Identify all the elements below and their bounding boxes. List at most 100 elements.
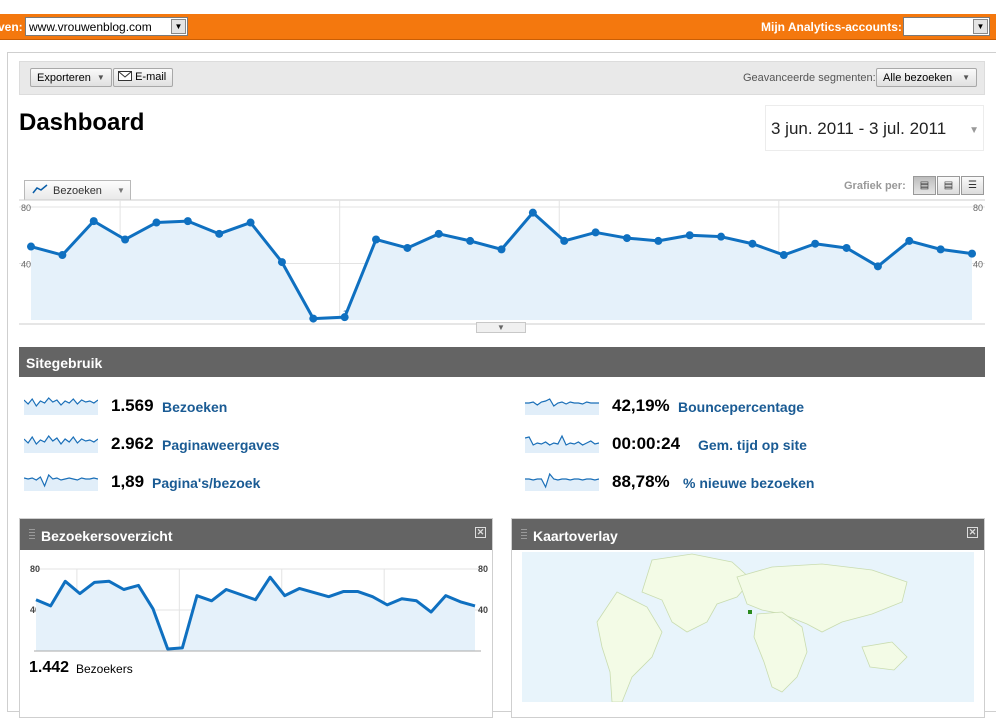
chevron-down-icon[interactable]: ▼ — [973, 19, 988, 34]
y-tick-label-right: 80 — [973, 203, 983, 213]
data-point — [968, 249, 976, 258]
data-point — [528, 208, 537, 217]
chevron-down-icon[interactable]: ▼ — [969, 125, 979, 136]
data-point — [497, 245, 506, 254]
data-point — [246, 218, 255, 227]
visitors-widget-title: Bezoekersoverzicht — [41, 528, 173, 544]
visitors-line-chart: 80 8040 40 — [30, 564, 488, 652]
close-icon[interactable]: ✕ — [967, 527, 978, 538]
chevron-down-icon: ▼ — [497, 323, 505, 332]
view-month-icon: ☰ — [968, 180, 977, 191]
world-map[interactable] — [522, 552, 974, 702]
sparkline — [24, 435, 98, 453]
sparkline — [24, 397, 98, 415]
data-point — [215, 229, 224, 238]
segments-value: Alle bezoeken — [883, 72, 953, 84]
y-tick-label: 40 — [21, 260, 31, 270]
data-point — [340, 313, 349, 322]
data-point — [183, 217, 192, 226]
data-point — [121, 235, 130, 244]
site-select[interactable]: www.vrouwenblog.com ▼ — [25, 17, 188, 36]
data-point — [152, 218, 161, 227]
export-label: Exporteren — [37, 72, 91, 84]
map-highlight — [748, 610, 752, 614]
sparkline — [525, 434, 599, 453]
drag-handle-icon[interactable] — [29, 529, 35, 540]
sparkline — [525, 398, 599, 415]
metric-selector-tab[interactable]: Bezoeken ▼ — [24, 180, 131, 200]
close-icon[interactable]: ✕ — [475, 527, 486, 538]
data-point — [89, 217, 98, 226]
data-point — [434, 229, 443, 238]
data-point — [466, 236, 475, 245]
toolbar: Exporteren ▼ E-mail Geavanceerde segmente… — [19, 61, 985, 95]
visitors-total: 1.442 — [29, 659, 70, 676]
area-fill — [31, 212, 972, 320]
data-point — [622, 234, 631, 243]
accounts-label: Mijn Analytics-accounts: — [761, 20, 902, 34]
site-usage-title: Sitegebruik — [26, 355, 103, 371]
dashboard-container: Exporteren ▼ E-mail Geavanceerde segmente… — [7, 52, 996, 718]
view-week-icon: ▤ — [943, 180, 954, 191]
view-day-icon: ▤ — [919, 180, 930, 191]
chart-expander[interactable]: ▼ — [476, 322, 526, 333]
accounts-select[interactable]: ▼ — [903, 17, 990, 36]
y-tick-label: 80 — [21, 203, 31, 213]
metric-value: 88,78% — [612, 472, 670, 491]
data-point — [277, 258, 286, 267]
metric-label[interactable]: Bezoeken — [162, 399, 227, 415]
data-point — [905, 236, 914, 245]
data-point — [58, 251, 67, 260]
y-tick-label-right: 80 — [478, 564, 488, 574]
visitors-widget-header[interactable]: Bezoekersoverzicht ✕ — [20, 519, 492, 550]
site-usage-header: Sitegebruik — [19, 347, 985, 377]
map-widget-title: Kaartoverlay — [533, 528, 618, 544]
metric-label[interactable]: % nieuwe bezoeken — [683, 475, 814, 491]
data-point — [685, 231, 694, 240]
date-range-picker[interactable]: 3 jun. 2011 - 3 jul. 2011 ▼ — [765, 105, 984, 151]
data-point — [309, 314, 318, 323]
data-point — [27, 242, 35, 251]
email-button[interactable]: E-mail — [113, 68, 174, 87]
site-select-value: www.vrouwenblog.com — [29, 20, 152, 34]
view-week-button[interactable]: ▤ — [937, 176, 960, 195]
line-chart-icon — [32, 184, 48, 197]
map-widget-header[interactable]: Kaartoverlay ✕ — [512, 519, 984, 550]
metric-label[interactable]: Pagina's/bezoek — [152, 475, 260, 491]
email-label: E-mail — [135, 71, 167, 83]
metric-value: 00:00:24 — [612, 434, 681, 453]
metric-label[interactable]: Gem. tijd op site — [698, 437, 807, 453]
date-range-text: 3 jun. 2011 - 3 jul. 2011 — [771, 119, 947, 138]
graph-per-label: Grafiek per: — [844, 180, 906, 192]
drag-handle-icon[interactable] — [521, 529, 527, 540]
data-point — [372, 235, 381, 244]
metric-label[interactable]: Bouncepercentage — [678, 399, 804, 415]
envelope-icon — [118, 71, 132, 81]
page-title: Dashboard — [19, 109, 145, 136]
y-tick-label: 80 — [30, 564, 40, 574]
data-point — [654, 236, 663, 245]
data-point — [591, 228, 600, 237]
chevron-down-icon[interactable]: ▼ — [171, 19, 186, 34]
chevron-down-icon: ▼ — [117, 186, 125, 195]
export-button[interactable]: Exporteren ▼ — [30, 68, 112, 87]
visitors-overview-widget: Bezoekersoverzicht ✕ 80 80 40 40 1.442 Bezo… — [19, 518, 493, 718]
map-overlay-widget: Kaartoverlay ✕ — [511, 518, 985, 718]
y-tick-label-right: 40 — [973, 260, 983, 270]
data-point — [748, 239, 757, 248]
segments-dropdown[interactable]: Alle bezoeken ▼ — [876, 68, 978, 87]
data-point — [717, 232, 726, 241]
data-point — [403, 243, 412, 252]
metric-tab-label: Bezoeken — [53, 185, 102, 197]
chevron-down-icon: ▼ — [962, 73, 971, 82]
area-fill — [36, 577, 475, 651]
segments-label: Geavanceerde segmenten: — [743, 72, 876, 84]
view-month-button[interactable]: ☰ — [961, 176, 984, 195]
data-point — [936, 245, 945, 254]
top-bar: ven: www.vrouwenblog.com ▼ Mijn Analytic… — [0, 14, 996, 40]
view-day-button[interactable]: ▤ — [913, 176, 936, 195]
metric-label[interactable]: Paginaweergaves — [162, 437, 280, 453]
sparkline — [24, 473, 98, 491]
metric-value: 2.962 — [111, 434, 154, 453]
data-point — [873, 262, 882, 271]
